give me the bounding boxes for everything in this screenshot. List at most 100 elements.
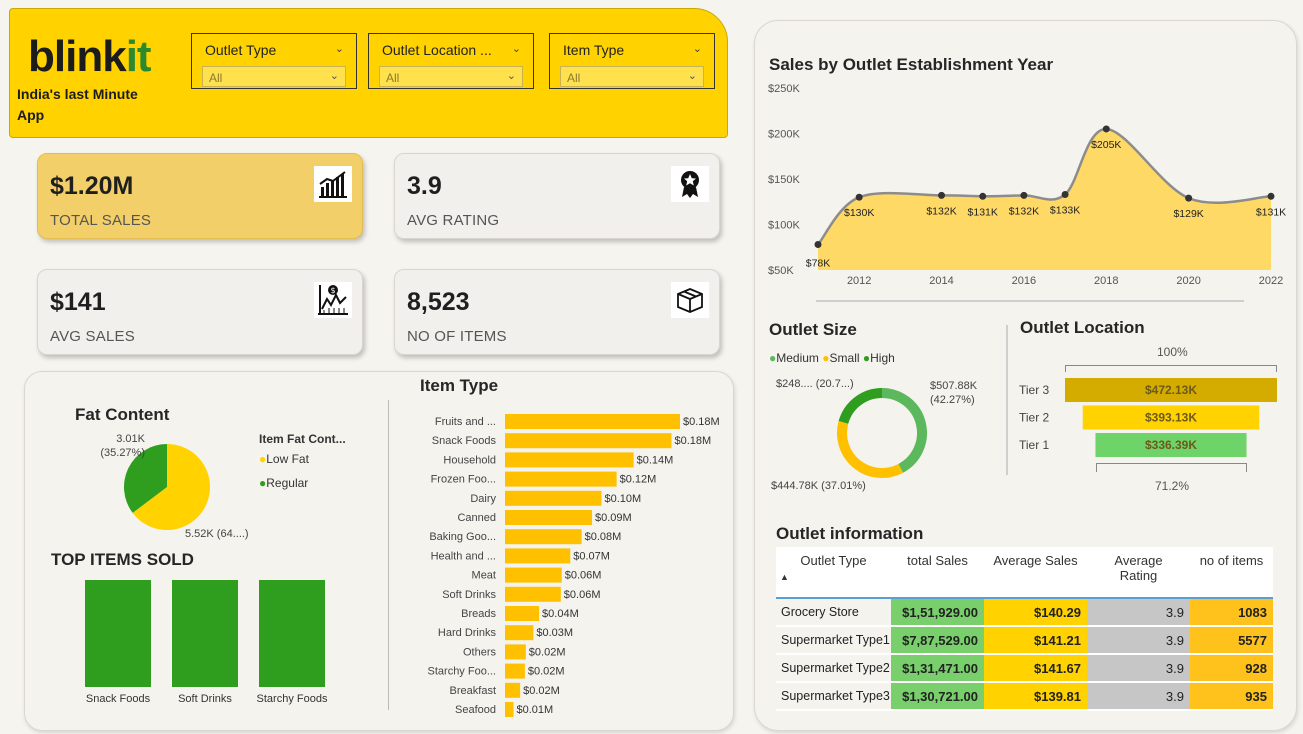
cell-no-of-items: 928 bbox=[1190, 654, 1273, 683]
data-label: $0.07M bbox=[573, 550, 610, 562]
legend-regular[interactable]: ●Regular bbox=[259, 476, 308, 490]
growth-chart-icon bbox=[314, 166, 352, 202]
outlet-size-donut-chart[interactable] bbox=[825, 378, 940, 488]
sales-by-year-area-chart[interactable]: $50K $100K $150K $200K $250K 2012 2014 2016 2018… bbox=[760, 78, 1290, 293]
item-type-bar-chart[interactable]: Fruits and ... $0.18M Snack Foods $0.18M Hou… bbox=[400, 410, 730, 722]
bar bbox=[505, 702, 514, 717]
cell-outlet-type: Supermarket Type1 bbox=[776, 626, 891, 655]
outlet-info-table: Outlet Type ▲ total Sales Average Sales A… bbox=[776, 547, 1273, 711]
donut-segment-medium bbox=[881, 388, 927, 473]
data-label: $0.04M bbox=[542, 608, 579, 620]
legend-small[interactable]: ●Small bbox=[822, 351, 859, 365]
kpi-value: $141 bbox=[50, 288, 106, 316]
x-tick-label: 2014 bbox=[929, 275, 953, 287]
filter-item-type[interactable]: Item Type ⌄ All ⌄ bbox=[549, 33, 715, 89]
cell-total-sales: $1,31,471.00 bbox=[891, 654, 984, 683]
bar bbox=[505, 510, 593, 525]
cell-average-sales: $140.29 bbox=[984, 598, 1087, 627]
column-header-total-sales[interactable]: total Sales bbox=[891, 547, 984, 598]
filter-outlet-type[interactable]: Outlet Type ⌄ All ⌄ bbox=[191, 33, 357, 89]
top-items-bar-chart[interactable]: Snack Foods Soft Drinks Starchy Foods bbox=[60, 575, 360, 715]
tick-label: Snack Foods bbox=[86, 693, 151, 705]
cell-average-rating: 3.9 bbox=[1087, 654, 1190, 683]
x-tick-label: 2022 bbox=[1259, 275, 1283, 287]
outlet-size-legend: ●Medium ●Small ●High bbox=[769, 351, 895, 365]
outlet-location-funnel-chart[interactable]: Tier 3 $472.13K Tier 2 $393.13K Tier 1 $336.3… bbox=[1015, 374, 1290, 462]
filter-value: All bbox=[209, 71, 223, 85]
data-point bbox=[814, 241, 822, 249]
outlet-location-title: Outlet Location bbox=[1020, 318, 1145, 337]
filter-value: All bbox=[386, 71, 400, 85]
filter-select[interactable]: All ⌄ bbox=[560, 66, 704, 87]
data-label: $205K bbox=[1091, 139, 1121, 151]
legend-high[interactable]: ●High bbox=[863, 351, 895, 365]
funnel-bracket-top bbox=[1065, 365, 1277, 372]
fat-legend-title: Item Fat Cont... bbox=[259, 432, 346, 446]
bar bbox=[505, 682, 521, 698]
dollar-chart-icon: $ bbox=[314, 282, 352, 318]
data-point bbox=[855, 193, 863, 201]
chevron-down-icon[interactable]: ⌄ bbox=[335, 42, 344, 55]
data-label: $0.02M bbox=[529, 646, 566, 658]
pie-label-low-fat: 5.52K (64....) bbox=[185, 528, 249, 540]
legend-label: Regular bbox=[266, 476, 309, 490]
cell-total-sales: $7,87,529.00 bbox=[891, 626, 984, 655]
cell-no-of-items: 5577 bbox=[1190, 626, 1273, 655]
tick-label: Seafood bbox=[455, 704, 496, 716]
donut-segment-small bbox=[837, 421, 904, 478]
tick-label: Soft Drinks bbox=[442, 589, 496, 601]
tick-label: Frozen Foo... bbox=[431, 474, 496, 486]
data-label: $0.02M bbox=[528, 666, 565, 678]
data-label: $0.06M bbox=[564, 589, 601, 601]
tick-label: Starchy Foods bbox=[257, 693, 328, 705]
data-label: $78K bbox=[806, 258, 831, 270]
table-row[interactable]: Grocery Store $1,51,929.00 $140.29 3.9 1… bbox=[776, 598, 1273, 627]
table-row[interactable]: Supermarket Type1 $7,87,529.00 $141.21 3… bbox=[776, 626, 1273, 655]
table-row[interactable]: Supermarket Type3 $1,30,721.00 $139.81 3… bbox=[776, 682, 1273, 711]
legend-label: High bbox=[870, 351, 895, 365]
y-tick-label: $150K bbox=[768, 174, 800, 186]
cell-outlet-type: Supermarket Type2 bbox=[776, 654, 891, 683]
chevron-down-icon[interactable]: ⌄ bbox=[693, 42, 702, 55]
kpi-caption: NO OF ITEMS bbox=[407, 328, 507, 345]
data-label: $393.13K bbox=[1145, 411, 1197, 425]
data-label: $0.03M bbox=[536, 627, 573, 639]
tick-label: Fruits and ... bbox=[435, 416, 496, 428]
sort-ascending-icon[interactable]: ▲ bbox=[776, 572, 891, 582]
kpi-caption: AVG RATING bbox=[407, 212, 500, 229]
funnel-category-label: Tier 2 bbox=[1019, 411, 1050, 425]
tick-label: Soft Drinks bbox=[178, 693, 232, 705]
chevron-down-icon[interactable]: ⌄ bbox=[512, 42, 521, 55]
tick-label: Hard Drinks bbox=[438, 627, 497, 639]
chevron-down-icon[interactable]: ⌄ bbox=[330, 69, 339, 82]
column-header-average-sales[interactable]: Average Sales bbox=[984, 547, 1087, 598]
data-label: $129K bbox=[1173, 208, 1203, 220]
chevron-down-icon[interactable]: ⌄ bbox=[688, 69, 697, 82]
legend-low-fat[interactable]: ●Low Fat bbox=[259, 452, 309, 466]
fat-content-title: Fat Content bbox=[75, 405, 170, 424]
bar bbox=[505, 644, 526, 660]
data-label: $132K bbox=[1009, 205, 1039, 217]
data-label: $132K bbox=[926, 205, 956, 217]
column-header-average-rating[interactable]: Average Rating bbox=[1087, 547, 1190, 598]
bar bbox=[505, 548, 571, 564]
chevron-down-icon[interactable]: ⌄ bbox=[507, 69, 516, 82]
filter-select[interactable]: All ⌄ bbox=[379, 66, 523, 87]
bar bbox=[505, 529, 582, 545]
donut-segment-high bbox=[838, 388, 883, 424]
cell-average-sales: $141.21 bbox=[984, 626, 1087, 655]
table-row[interactable]: Supermarket Type2 $1,31,471.00 $141.67 3… bbox=[776, 654, 1273, 683]
filter-select[interactable]: All ⌄ bbox=[202, 66, 346, 87]
cell-outlet-type: Supermarket Type3 bbox=[776, 682, 891, 711]
column-header-outlet-type[interactable]: Outlet Type ▲ bbox=[776, 547, 891, 598]
sales-year-title: Sales by Outlet Establishment Year bbox=[769, 55, 1054, 74]
legend-medium[interactable]: ●Medium bbox=[769, 351, 819, 365]
bar bbox=[505, 414, 680, 429]
cell-outlet-type: Grocery Store bbox=[776, 598, 891, 627]
column-header-no-of-items[interactable]: no of items bbox=[1190, 547, 1273, 598]
filter-outlet-location[interactable]: Outlet Location ... ⌄ All ⌄ bbox=[368, 33, 534, 89]
svg-text:$: $ bbox=[330, 286, 335, 295]
bar bbox=[172, 580, 238, 687]
data-point bbox=[1061, 190, 1069, 198]
filter-value: All bbox=[567, 71, 581, 85]
